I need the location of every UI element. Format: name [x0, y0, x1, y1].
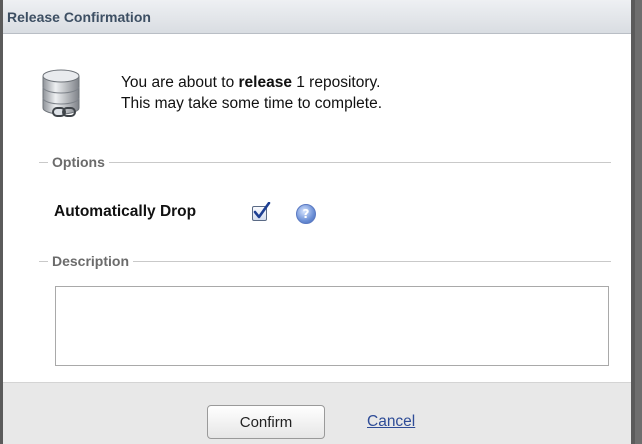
description-section-label: Description: [48, 253, 134, 269]
checkmark-icon: [253, 202, 271, 219]
release-message: You are about to release 1 repository. T…: [121, 72, 382, 114]
dialog-title: Release Confirmation: [7, 9, 151, 25]
cancel-link[interactable]: Cancel: [367, 413, 415, 431]
confirm-button[interactable]: Confirm: [207, 405, 325, 439]
description-textarea[interactable]: [55, 286, 609, 366]
dialog-footer: Confirm Cancel: [3, 382, 631, 444]
auto-drop-checkbox[interactable]: [252, 202, 271, 221]
options-section-label: Options: [48, 154, 109, 170]
repository-database-link-icon: [42, 69, 80, 117]
dialog-titlebar: Release Confirmation: [3, 0, 631, 34]
release-confirmation-dialog: Release Confirmation You are about to re…: [0, 0, 635, 444]
message-action: release: [238, 74, 292, 91]
help-question-icon[interactable]: ?: [296, 204, 316, 224]
message-line2: This may take some time to complete.: [121, 95, 383, 112]
message-suffix: 1 repository.: [291, 74, 381, 91]
options-divider: [39, 162, 611, 163]
auto-drop-label: Automatically Drop: [54, 203, 197, 220]
message-prefix: You are about to: [121, 74, 239, 91]
